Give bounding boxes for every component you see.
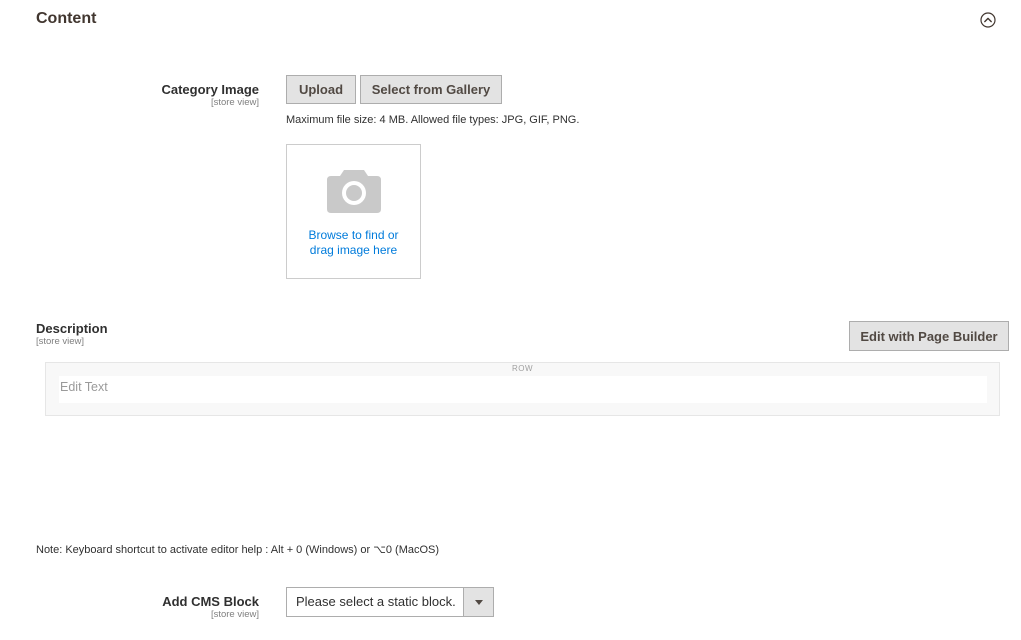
description-label: Description bbox=[36, 321, 108, 336]
category-image-scope: [store view] bbox=[210, 97, 259, 108]
description-scope: [store view] bbox=[36, 336, 85, 347]
cms-block-select[interactable]: Please select a static block. bbox=[286, 587, 494, 617]
chevron-up-circle-icon[interactable] bbox=[980, 12, 996, 28]
upload-button[interactable]: Upload bbox=[286, 75, 356, 104]
image-dropzone[interactable]: Browse to find or drag image here bbox=[286, 144, 421, 279]
select-from-gallery-button[interactable]: Select from Gallery bbox=[360, 75, 502, 104]
section-title[interactable]: Content bbox=[36, 9, 96, 29]
file-size-note: Maximum file size: 4 MB. Allowed file ty… bbox=[286, 114, 580, 126]
edit-text-area[interactable]: Edit Text bbox=[59, 376, 987, 403]
cms-block-label: Add CMS Block bbox=[162, 594, 259, 609]
cms-block-scope: [store view] bbox=[210, 609, 259, 620]
browse-link[interactable]: Browse to find or drag image here bbox=[287, 228, 420, 258]
browse-line-1: Browse to find or bbox=[308, 228, 399, 242]
edit-with-page-builder-button[interactable]: Edit with Page Builder bbox=[849, 321, 1009, 351]
browse-line-2: drag image here bbox=[309, 243, 398, 257]
page-builder-stage[interactable]: ROW Edit Text bbox=[45, 362, 1000, 416]
triangle-down-icon bbox=[474, 599, 483, 605]
row-label: ROW bbox=[511, 364, 534, 373]
editor-shortcut-note: Note: Keyboard shortcut to activate edit… bbox=[36, 544, 440, 556]
camera-icon bbox=[327, 170, 381, 213]
dropdown-toggle[interactable] bbox=[463, 588, 493, 616]
cms-block-selected-value: Please select a static block. bbox=[296, 594, 456, 609]
category-image-label: Category Image bbox=[161, 82, 259, 97]
